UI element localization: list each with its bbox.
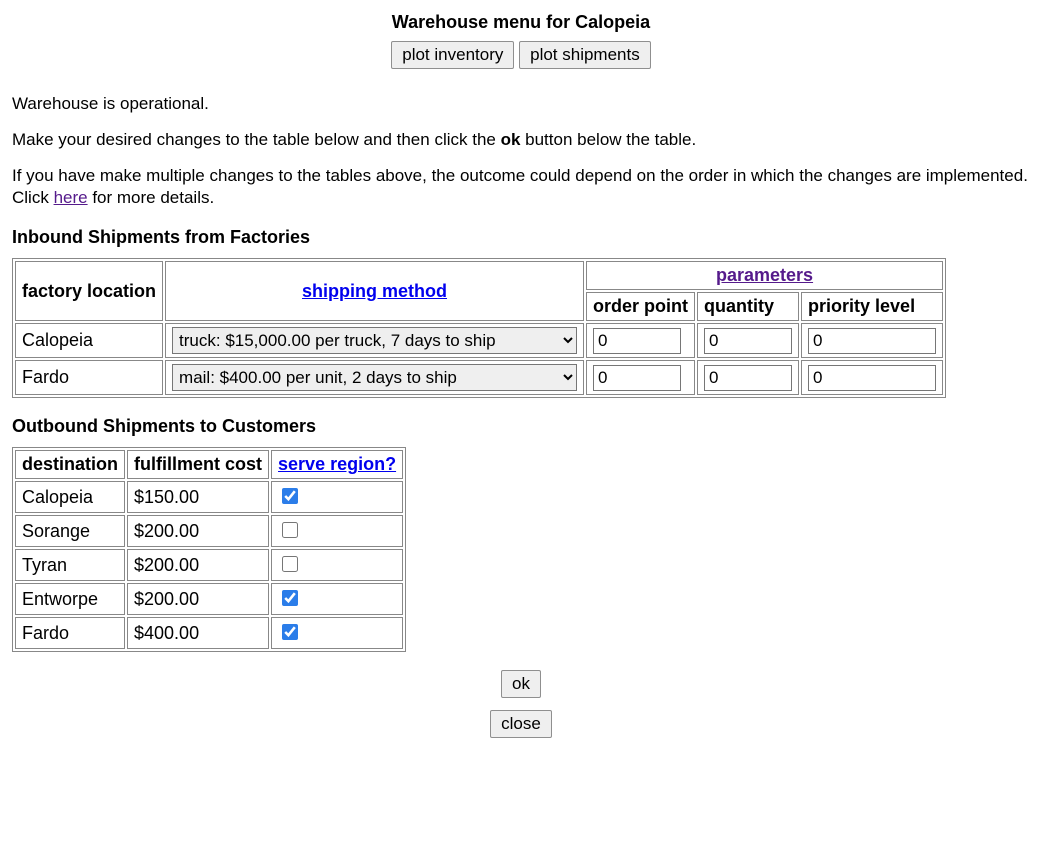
table-row: Calopeia truck: $15,000.00 per truck, 7 d… xyxy=(15,323,943,358)
shipping-method-select[interactable]: truck: $15,000.00 per truck, 7 days to s… xyxy=(172,327,577,354)
destination-cell: Sorange xyxy=(15,515,125,547)
col-factory-location: factory location xyxy=(15,261,163,321)
page-title: Warehouse menu for Calopeia xyxy=(12,12,1030,33)
serve-cell xyxy=(271,583,403,615)
quantity-input[interactable] xyxy=(704,328,792,354)
destination-cell: Entworpe xyxy=(15,583,125,615)
plot-inventory-button[interactable]: plot inventory xyxy=(391,41,514,69)
table-row: Tyran$200.00 xyxy=(15,549,403,581)
destination-cell: Calopeia xyxy=(15,481,125,513)
parameters-link[interactable]: parameters xyxy=(716,265,813,285)
destination-cell: Fardo xyxy=(15,617,125,649)
table-row: Sorange$200.00 xyxy=(15,515,403,547)
col-priority-level: priority level xyxy=(801,292,943,321)
outbound-heading: Outbound Shipments to Customers xyxy=(12,416,1030,437)
serve-region-link[interactable]: serve region? xyxy=(278,454,396,474)
order-point-cell xyxy=(586,323,695,358)
quantity-cell xyxy=(697,323,799,358)
table-row: Fardo$400.00 xyxy=(15,617,403,649)
close-button[interactable]: close xyxy=(490,710,552,738)
priority-input[interactable] xyxy=(808,328,936,354)
cost-cell: $200.00 xyxy=(127,583,269,615)
shipping-method-select[interactable]: truck: $15,000.00 per truck, 7 days to s… xyxy=(172,364,577,391)
table-row: Fardo truck: $15,000.00 per truck, 7 days… xyxy=(15,360,943,395)
inbound-heading: Inbound Shipments from Factories xyxy=(12,227,1030,248)
quantity-cell xyxy=(697,360,799,395)
table-row: Calopeia$150.00 xyxy=(15,481,403,513)
order-point-input[interactable] xyxy=(593,365,681,391)
instruction-text: for more details. xyxy=(88,188,215,207)
status-text: Warehouse is operational. xyxy=(12,93,1030,115)
col-order-point: order point xyxy=(586,292,695,321)
factory-cell: Fardo xyxy=(15,360,163,395)
instruction-line-1: Make your desired changes to the table b… xyxy=(12,129,1030,151)
instruction-text: Make your desired changes to the table b… xyxy=(12,130,501,149)
cost-cell: $150.00 xyxy=(127,481,269,513)
outbound-table: destination fulfillment cost serve regio… xyxy=(12,447,406,652)
serve-cell xyxy=(271,481,403,513)
cost-cell: $200.00 xyxy=(127,549,269,581)
col-serve-region: serve region? xyxy=(271,450,403,479)
col-shipping-method: shipping method xyxy=(165,261,584,321)
serve-region-checkbox[interactable] xyxy=(282,556,298,572)
col-quantity: quantity xyxy=(697,292,799,321)
destination-cell: Tyran xyxy=(15,549,125,581)
ok-bold: ok xyxy=(501,130,521,149)
cost-cell: $400.00 xyxy=(127,617,269,649)
ok-button[interactable]: ok xyxy=(501,670,541,698)
order-point-cell xyxy=(586,360,695,395)
quantity-input[interactable] xyxy=(704,365,792,391)
order-point-input[interactable] xyxy=(593,328,681,354)
inbound-table: factory location shipping method paramet… xyxy=(12,258,946,398)
priority-cell xyxy=(801,323,943,358)
cost-cell: $200.00 xyxy=(127,515,269,547)
col-parameters: parameters xyxy=(586,261,943,290)
shipping-cell: truck: $15,000.00 per truck, 7 days to s… xyxy=(165,360,584,395)
table-row: Entworpe$200.00 xyxy=(15,583,403,615)
instruction-text: button below the table. xyxy=(520,130,696,149)
serve-region-checkbox[interactable] xyxy=(282,488,298,504)
serve-region-checkbox[interactable] xyxy=(282,590,298,606)
shipping-cell: truck: $15,000.00 per truck, 7 days to s… xyxy=(165,323,584,358)
serve-cell xyxy=(271,515,403,547)
col-fulfillment-cost: fulfillment cost xyxy=(127,450,269,479)
factory-cell: Calopeia xyxy=(15,323,163,358)
col-destination: destination xyxy=(15,450,125,479)
priority-cell xyxy=(801,360,943,395)
serve-cell xyxy=(271,549,403,581)
plot-shipments-button[interactable]: plot shipments xyxy=(519,41,651,69)
serve-region-checkbox[interactable] xyxy=(282,522,298,538)
priority-input[interactable] xyxy=(808,365,936,391)
here-link[interactable]: here xyxy=(54,188,88,207)
serve-region-checkbox[interactable] xyxy=(282,624,298,640)
serve-cell xyxy=(271,617,403,649)
shipping-method-link[interactable]: shipping method xyxy=(302,281,447,301)
instruction-line-2: If you have make multiple changes to the… xyxy=(12,165,1030,209)
